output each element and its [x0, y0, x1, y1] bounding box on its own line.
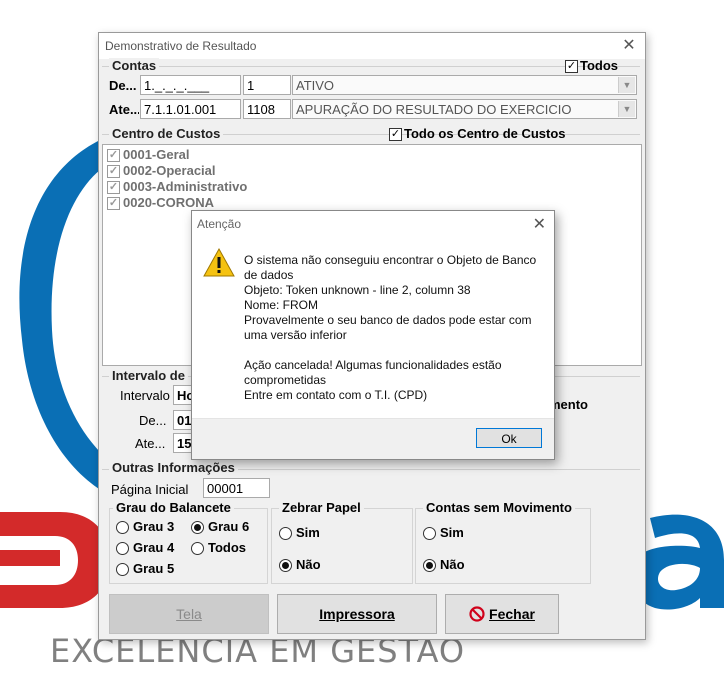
- fechar-button-label: Fechar: [489, 606, 535, 622]
- zebrar-papel-group: [271, 508, 413, 584]
- pagina-inicial-label: Página Inicial: [111, 482, 189, 497]
- outras-title: Outras Informações: [109, 460, 238, 475]
- radio-label: Sim: [296, 525, 320, 540]
- alert-line: Objeto: Token unknown - line 2, column 3…: [244, 283, 471, 297]
- contas-de-num-input[interactable]: 1: [243, 75, 291, 95]
- ok-button[interactable]: Ok: [476, 428, 542, 448]
- radio-label: Grau 3: [133, 519, 175, 534]
- item-checkbox[interactable]: ✓: [107, 181, 120, 194]
- alert-line: O sistema não conseguiu encontrar o Obje…: [244, 253, 537, 267]
- item-checkbox[interactable]: ✓: [107, 165, 120, 178]
- radio-button[interactable]: [191, 542, 204, 555]
- contas-de-code-input[interactable]: 1._._._.___: [140, 75, 241, 95]
- stop-icon: [469, 606, 485, 622]
- radio-label: Grau 4: [133, 540, 175, 555]
- radio-label: Todos: [208, 540, 247, 555]
- contas-group: [102, 66, 640, 67]
- fechar-button[interactable]: Fechar: [445, 594, 559, 634]
- item-label: 0001-Geral: [123, 147, 190, 162]
- alert-message: O sistema não conseguiu encontrar o Obje…: [244, 253, 544, 403]
- radio-button[interactable]: [423, 527, 436, 540]
- close-icon[interactable]: ✕: [619, 36, 639, 56]
- alert-line: [244, 343, 544, 358]
- contas-de-desc-value: ATIVO: [296, 78, 335, 93]
- radio-button[interactable]: [116, 542, 129, 555]
- grau-balancete-title: Grau do Balancete: [113, 500, 234, 515]
- radio-button[interactable]: [191, 521, 204, 534]
- alert-title: Atenção: [197, 217, 242, 231]
- contas-ate-label: Ate...: [109, 102, 139, 117]
- radio-button[interactable]: [279, 527, 292, 540]
- warning-icon: [203, 247, 235, 277]
- alert-line: Entre em contato com o T.I. (CPD): [244, 388, 428, 402]
- contas-sem-movimento-title: Contas sem Movimento: [423, 500, 575, 515]
- alert-footer: Ok: [192, 418, 554, 459]
- radio-label: Não: [440, 557, 465, 572]
- alert-line: comprometidas: [244, 373, 327, 387]
- alert-line: Provavelmente o seu banco de dados pode …: [244, 313, 532, 327]
- radio-button[interactable]: [279, 559, 292, 572]
- alert-line: Ação cancelada! Algumas funcionalidades …: [244, 358, 502, 372]
- contas-todos-label[interactable]: Todos: [580, 58, 618, 73]
- alert-line: de dados: [244, 268, 294, 282]
- tela-button-label: Tela: [176, 606, 202, 622]
- intervalo-label: Intervalo: [120, 388, 170, 403]
- intervalo-de-label: De...: [139, 413, 167, 428]
- alert-dialog: Atenção ✕ O sistema não conseguiu encont…: [191, 210, 555, 460]
- contas-ate-desc-combo[interactable]: APURAÇÃO DO RESULTADO DO EXERCICIO ▼: [292, 99, 637, 119]
- centro-custos-todos-checkbox[interactable]: ✓: [389, 128, 402, 141]
- chevron-down-icon[interactable]: ▼: [618, 101, 635, 117]
- pagina-inicial-input[interactable]: 00001: [203, 478, 270, 498]
- radio-label: Não: [296, 557, 321, 572]
- radio-button[interactable]: [116, 563, 129, 576]
- intervalo-title: Intervalo de: [109, 368, 188, 383]
- radio-label: Sim: [440, 525, 464, 540]
- contas-de-label: De...: [109, 78, 137, 93]
- contas-title: Contas: [109, 58, 160, 73]
- tela-button[interactable]: Tela: [109, 594, 269, 634]
- window-title: Demonstrativo de Resultado: [105, 39, 257, 53]
- radio-label: Grau 6: [208, 519, 250, 534]
- item-label: 0020-CORONA: [123, 195, 215, 210]
- alert-line: uma versão inferior: [244, 328, 347, 342]
- centro-custos-todos-label[interactable]: Todo os Centro de Custos: [404, 126, 566, 141]
- item-label: 0002-Operacial: [123, 163, 216, 178]
- contas-de-desc-combo[interactable]: ATIVO ▼: [292, 75, 637, 95]
- window-titlebar: Demonstrativo de Resultado ✕: [99, 33, 645, 59]
- centro-custos-title: Centro de Custos: [109, 126, 224, 141]
- intervalo-ate-label: Ate...: [135, 436, 166, 451]
- impressora-button[interactable]: Impressora: [277, 594, 437, 634]
- radio-label: Grau 5: [133, 561, 175, 576]
- contas-sem-movimento-group: [415, 508, 591, 584]
- contas-ate-desc-value: APURAÇÃO DO RESULTADO DO EXERCICIO: [296, 102, 572, 117]
- item-label: 0003-Administrativo: [123, 179, 248, 194]
- contas-ate-code-input[interactable]: 7.1.1.01.001: [140, 99, 241, 119]
- item-checkbox[interactable]: ✓: [107, 197, 120, 210]
- chevron-down-icon[interactable]: ▼: [618, 77, 635, 93]
- radio-button[interactable]: [116, 521, 129, 534]
- radio-button[interactable]: [423, 559, 436, 572]
- alert-line: Nome: FROM: [244, 298, 319, 312]
- impressora-button-label: Impressora: [319, 606, 395, 622]
- close-icon[interactable]: ✕: [533, 214, 546, 234]
- item-checkbox[interactable]: ✓: [107, 149, 120, 162]
- contas-todos-checkbox[interactable]: ✓: [565, 60, 578, 73]
- contas-ate-num-input[interactable]: 1108: [243, 99, 291, 119]
- zebrar-papel-title: Zebrar Papel: [279, 500, 364, 515]
